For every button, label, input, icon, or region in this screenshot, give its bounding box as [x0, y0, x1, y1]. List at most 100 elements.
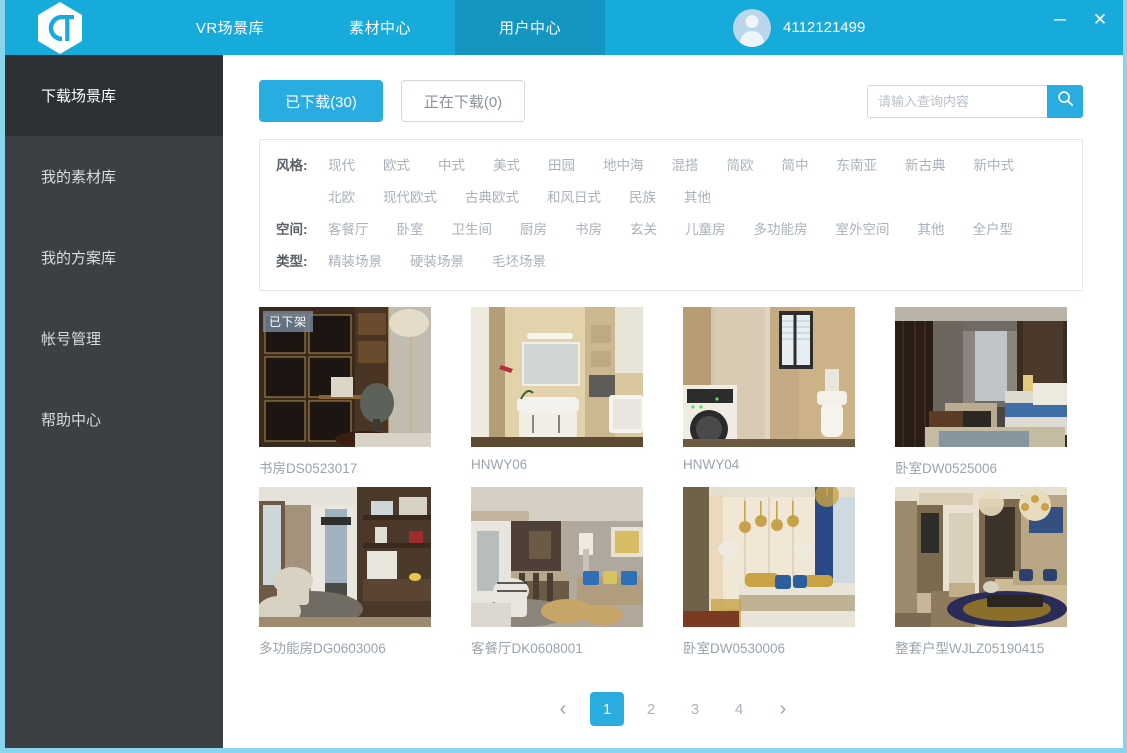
filter-panel: 风格: 现代 欧式 中式 美式 田园 地中海 混搭 简欧 简中 东南亚 新古典 … — [259, 139, 1083, 291]
search-button[interactable] — [1047, 85, 1083, 118]
filter-options-type: 精装场景 硬装场景 毛坯场景 — [328, 246, 1066, 278]
scene-thumbnail[interactable] — [471, 487, 643, 627]
nav-item-user-center[interactable]: 用户中心 — [455, 0, 605, 55]
filter-option[interactable]: 田园 — [548, 150, 575, 182]
scene-thumbnail[interactable] — [683, 307, 855, 447]
sidebar-item-downloaded-scenes[interactable]: 下载场景库 — [5, 55, 223, 136]
thumb-art-bathroom-beige — [471, 307, 643, 447]
nav-item-material-center[interactable]: 素材中心 — [305, 0, 455, 55]
filter-option[interactable]: 北欧 — [328, 182, 355, 214]
user-area[interactable]: 4112121499 — [733, 0, 865, 55]
scene-thumbnail[interactable]: 已下架 — [259, 307, 431, 447]
search-box — [867, 85, 1083, 118]
sidebar-item-my-materials[interactable]: 我的素材库 — [5, 136, 223, 217]
filter-label-type: 类型: — [276, 246, 328, 278]
filter-option[interactable]: 美式 — [493, 150, 520, 182]
filter-option[interactable]: 其他 — [684, 182, 711, 214]
filter-option[interactable]: 硬装场景 — [410, 246, 464, 278]
filter-option[interactable]: 儿童房 — [685, 214, 726, 246]
scene-title: 书房DS0523017 — [259, 457, 431, 477]
filter-row-type: 类型: 精装场景 硬装场景 毛坯场景 — [276, 246, 1066, 278]
filter-option[interactable]: 卧室 — [397, 214, 424, 246]
pagination: ‹ 1 2 3 4 › — [223, 692, 1123, 726]
scene-card[interactable]: 整套户型WJLZ05190415 — [895, 487, 1067, 657]
scene-title: 客餐厅DK0608001 — [471, 637, 643, 657]
filter-option[interactable]: 室外空间 — [836, 214, 890, 246]
pagination-page-4[interactable]: 4 — [722, 692, 756, 726]
tab-downloading-label: 正在下载(0) — [424, 91, 502, 112]
filter-option[interactable]: 东南亚 — [837, 150, 878, 182]
filter-option[interactable]: 简欧 — [727, 150, 754, 182]
scene-thumbnail[interactable] — [895, 307, 1067, 447]
filter-label-style: 风格: — [276, 150, 328, 182]
app-body: 下载场景库 我的素材库 我的方案库 帐号管理 帮助中心 已下载(30) — [5, 55, 1123, 748]
scene-card[interactable]: HNWY04 — [683, 307, 855, 477]
filter-option[interactable]: 书房 — [575, 214, 602, 246]
ct-logo-icon — [36, 1, 84, 55]
filter-option[interactable]: 厨房 — [520, 214, 547, 246]
scene-thumbnail[interactable] — [259, 487, 431, 627]
filter-option[interactable]: 地中海 — [603, 150, 644, 182]
filter-option[interactable]: 混搭 — [672, 150, 699, 182]
filter-option[interactable]: 新古典 — [905, 150, 946, 182]
scene-thumbnail[interactable] — [895, 487, 1067, 627]
pagination-page-1[interactable]: 1 — [590, 692, 624, 726]
filter-option[interactable]: 新中式 — [974, 150, 1015, 182]
app-header: VR场景库 素材中心 用户中心 4112121499 ─ ✕ — [5, 0, 1123, 55]
thumb-art-bedroom-dark — [895, 307, 1067, 447]
filter-option[interactable]: 民族 — [629, 182, 656, 214]
scene-grid: 已下架 — [259, 307, 1083, 657]
window-controls: ─ ✕ — [1047, 0, 1113, 40]
filter-option[interactable]: 现代欧式 — [383, 182, 437, 214]
pagination-next[interactable]: › — [766, 692, 800, 726]
scene-title: 整套户型WJLZ05190415 — [895, 637, 1067, 657]
scene-card[interactable]: 客餐厅DK0608001 — [471, 487, 643, 657]
tab-downloaded[interactable]: 已下载(30) — [259, 80, 383, 122]
filter-option[interactable]: 精装场景 — [328, 246, 382, 278]
scene-thumbnail[interactable] — [683, 487, 855, 627]
scene-card[interactable]: 多功能房DG0603006 — [259, 487, 431, 657]
search-input[interactable] — [867, 85, 1047, 118]
scene-title: HNWY04 — [683, 457, 855, 472]
nav-item-vr-scenes[interactable]: VR场景库 — [155, 0, 305, 55]
filter-option[interactable]: 卫生间 — [452, 214, 493, 246]
nav-label: 用户中心 — [499, 17, 561, 38]
filter-option[interactable]: 玄关 — [630, 214, 657, 246]
scene-card[interactable]: 已下架 — [259, 307, 431, 477]
filter-option[interactable]: 欧式 — [383, 150, 410, 182]
close-icon[interactable]: ✕ — [1087, 7, 1113, 33]
sidebar: 下载场景库 我的素材库 我的方案库 帐号管理 帮助中心 — [5, 55, 223, 748]
search-icon — [1057, 90, 1074, 112]
sidebar-item-label: 帐号管理 — [41, 328, 101, 349]
filter-option[interactable]: 中式 — [438, 150, 465, 182]
pagination-prev[interactable]: ‹ — [546, 692, 580, 726]
filter-option[interactable]: 现代 — [328, 150, 355, 182]
username-label: 4112121499 — [783, 19, 865, 36]
scene-card[interactable]: 卧室DW0525006 — [895, 307, 1067, 477]
filter-options-style: 现代 欧式 中式 美式 田园 地中海 混搭 简欧 简中 东南亚 新古典 新中式 … — [328, 150, 1066, 214]
filter-option[interactable]: 和风日式 — [547, 182, 601, 214]
pagination-page-2[interactable]: 2 — [634, 692, 668, 726]
filter-option[interactable]: 毛坯场景 — [492, 246, 546, 278]
sidebar-item-help[interactable]: 帮助中心 — [5, 379, 223, 460]
thumb-art-bathroom-washer — [683, 307, 855, 447]
filter-option[interactable]: 古典欧式 — [465, 182, 519, 214]
scene-card[interactable]: 卧室DW0530006 — [683, 487, 855, 657]
pagination-page-3[interactable]: 3 — [678, 692, 712, 726]
sidebar-item-account[interactable]: 帐号管理 — [5, 298, 223, 379]
thumb-art-luxury-bedroom — [683, 487, 855, 627]
scene-card[interactable]: HNWY06 — [471, 307, 643, 477]
filter-option[interactable]: 多功能房 — [754, 214, 808, 246]
thumb-art-living-dining — [471, 487, 643, 627]
filter-option[interactable]: 全户型 — [973, 214, 1014, 246]
nav-label: VR场景库 — [196, 17, 264, 38]
tab-downloading[interactable]: 正在下载(0) — [401, 80, 525, 122]
filter-option[interactable]: 客餐厅 — [328, 214, 369, 246]
scene-title: 卧室DW0525006 — [895, 457, 1067, 477]
minimize-icon[interactable]: ─ — [1047, 7, 1073, 33]
scene-thumbnail[interactable] — [471, 307, 643, 447]
filter-option[interactable]: 其他 — [918, 214, 945, 246]
content-area: 已下载(30) 正在下载(0) — [223, 55, 1123, 748]
sidebar-item-my-plans[interactable]: 我的方案库 — [5, 217, 223, 298]
filter-option[interactable]: 简中 — [782, 150, 809, 182]
